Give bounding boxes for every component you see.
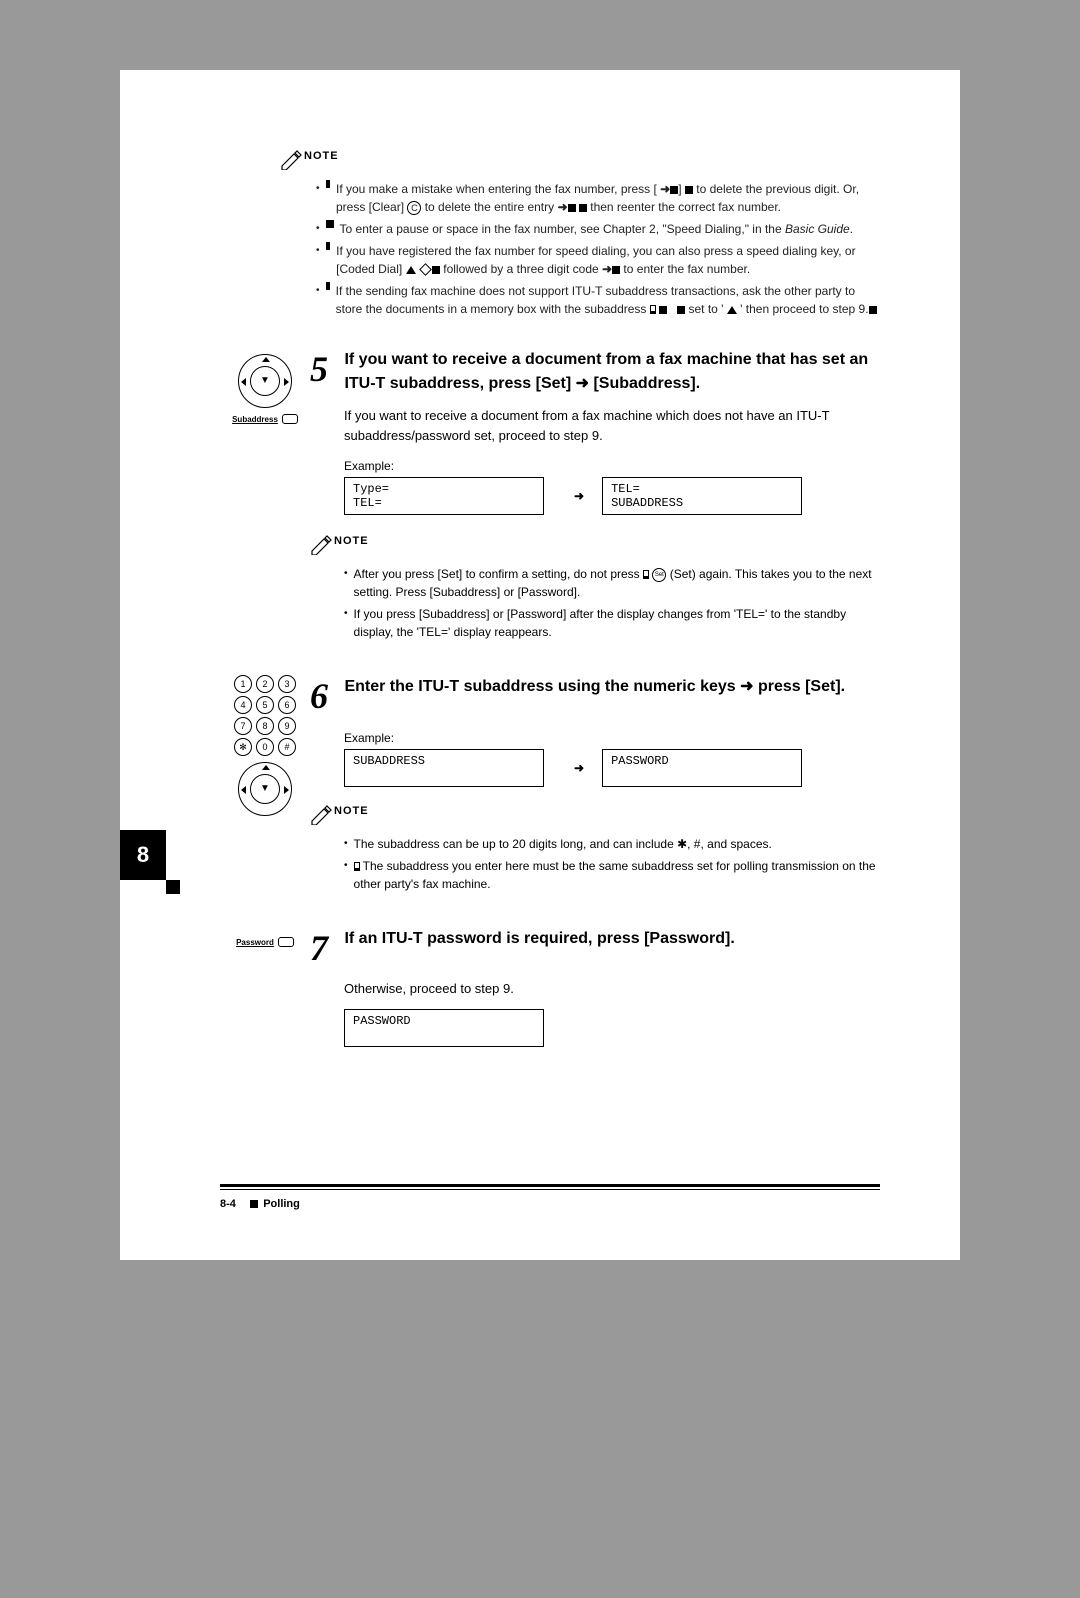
step-number-7: 7 [310, 927, 340, 969]
note-list-1: • If you make a mistake when entering th… [316, 180, 880, 318]
step-number-5: 5 [310, 348, 340, 390]
lcd-display: Type= TEL= [344, 477, 544, 515]
step-6-title: Enter the ITU-T subaddress using the num… [344, 675, 874, 699]
password-key-icon: Password [220, 937, 310, 947]
step-number-6: 6 [310, 675, 340, 717]
step-6-example: Example: SUBADDRESS ➜ PASSWORD [344, 731, 880, 787]
step-7-example: PASSWORD [344, 1009, 880, 1047]
pencil-icon [310, 805, 334, 825]
step-6: 123 456 789 ✻0# 6 Enter the ITU-T subadd… [220, 675, 880, 897]
step-5-example: Example: Type= TEL= ➜ TEL= SUBADDRESS [344, 459, 880, 515]
step-7-title: If an ITU-T password is required, press … [344, 927, 874, 951]
lcd-display: TEL= SUBADDRESS [602, 477, 802, 515]
arrow-icon: ➜ [574, 761, 584, 775]
note-list-2: • After you press [Set] to confirm a set… [344, 565, 880, 641]
page-footer: 8-4 Polling [220, 1184, 880, 1210]
lcd-display: SUBADDRESS [344, 749, 544, 787]
note-label: NOTE [334, 535, 369, 547]
arrow-icon: ➜ [574, 489, 584, 503]
chapter-tab: 8 [120, 830, 166, 880]
step-7: Password 7 If an ITU-T password is requi… [220, 927, 880, 1047]
footer-section: Polling [263, 1198, 300, 1210]
step-5: Subaddress 5 If you want to receive a do… [220, 348, 880, 645]
note-label: NOTE [304, 150, 339, 162]
numeric-keypad-icon: 123 456 789 ✻0# [228, 675, 302, 756]
subaddress-key-icon: Subaddress [220, 414, 310, 424]
pencil-icon [310, 535, 334, 555]
nav-pad-icon [238, 762, 292, 816]
tab-marker [166, 880, 180, 894]
lcd-display: PASSWORD [344, 1009, 544, 1047]
note-label: NOTE [334, 805, 369, 817]
lcd-display: PASSWORD [602, 749, 802, 787]
note-header: NOTE [280, 150, 880, 170]
step-7-desc: Otherwise, proceed to step 9. [344, 979, 880, 999]
page-number: 8-4 [220, 1198, 236, 1210]
pencil-icon [280, 150, 304, 170]
document-page: 8 NOTE • If you make a mistake when ente… [120, 70, 960, 1260]
step-5-title: If you want to receive a document from a… [344, 348, 874, 396]
step-5-desc: If you want to receive a document from a… [344, 406, 880, 445]
note-list-3: • The subaddress can be up to 20 digits … [344, 835, 880, 893]
nav-pad-icon [238, 354, 292, 408]
